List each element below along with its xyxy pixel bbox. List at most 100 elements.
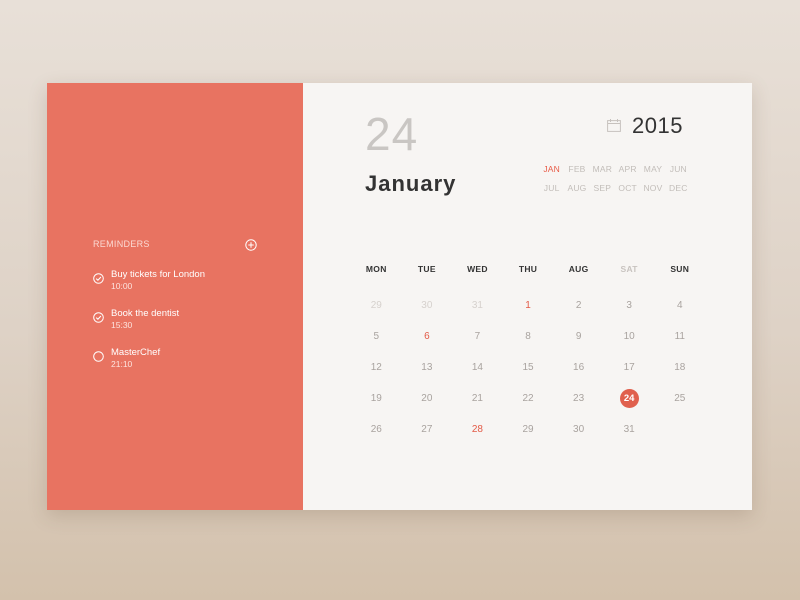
check-circle-icon[interactable]: [93, 271, 104, 284]
day-cell[interactable]: 29: [503, 414, 554, 445]
selected-day-cell[interactable]: 24: [604, 383, 655, 414]
day-cell[interactable]: 3: [604, 290, 655, 321]
day-cell[interactable]: 11: [654, 321, 705, 352]
calendar-panel: 24 January 2015 JAN FEB MAR APR MAY JUN JUL AUG…: [303, 83, 752, 510]
add-reminder-button[interactable]: [245, 238, 257, 251]
day-cell[interactable]: 30: [553, 414, 604, 445]
day-number: 7: [474, 331, 481, 342]
day-number: 31: [471, 300, 483, 311]
selected-day-number: 24: [365, 108, 419, 160]
reminder-item[interactable]: Book the dentist 15:30: [93, 308, 273, 338]
day-number: 14: [471, 362, 483, 373]
day-number: 11: [674, 331, 685, 342]
reminders-header: REMINDERS: [93, 238, 257, 252]
calendar-icon[interactable]: [607, 119, 621, 132]
day-cell[interactable]: 18: [654, 352, 705, 383]
day-number: 16: [573, 362, 585, 373]
day-cell[interactable]: 9: [553, 321, 604, 352]
day-cell[interactable]: 26: [351, 414, 402, 445]
check-circle-icon[interactable]: [93, 310, 104, 323]
day-number: 29: [370, 300, 382, 311]
empty-circle-icon[interactable]: [93, 349, 104, 362]
reminder-time: 10:00: [111, 281, 133, 291]
day-cell[interactable]: 12: [351, 352, 402, 383]
day-cell[interactable]: 10: [604, 321, 655, 352]
month-option-aug[interactable]: AUG: [564, 183, 589, 193]
day-cell: [654, 414, 705, 445]
day-cell[interactable]: 7: [452, 321, 503, 352]
day-cell[interactable]: 15: [503, 352, 554, 383]
day-cell[interactable]: 27: [402, 414, 453, 445]
day-number: 3: [626, 300, 632, 311]
selected-month-name: January: [365, 171, 457, 196]
day-number: 12: [370, 362, 382, 373]
day-cell[interactable]: 1: [503, 290, 554, 321]
day-cell[interactable]: 2: [553, 290, 604, 321]
day-number: 13: [421, 362, 433, 373]
day-cell[interactable]: 20: [402, 383, 453, 414]
day-number: 27: [421, 424, 433, 435]
day-cell[interactable]: 30: [402, 290, 453, 321]
month-option-sep[interactable]: SEP: [590, 183, 615, 193]
month-option-jan[interactable]: JAN: [539, 164, 564, 174]
day-number: 19: [370, 393, 382, 404]
day-cell[interactable]: 22: [503, 383, 554, 414]
day-cell[interactable]: 13: [402, 352, 453, 383]
day-cell[interactable]: 21: [452, 383, 503, 414]
week-row: 19 20 21 22 23 24 25: [351, 383, 705, 414]
weekday-label: THU: [518, 264, 538, 274]
day-number: 25: [674, 393, 686, 404]
month-option-apr[interactable]: APR: [615, 164, 640, 174]
reminders-panel: REMINDERS Buy tickets for London 10:00 Boo…: [47, 83, 303, 510]
day-number: 4: [676, 300, 683, 311]
day-cell[interactable]: 28: [452, 414, 503, 445]
day-cell[interactable]: 4: [654, 290, 705, 321]
day-number: 10: [623, 331, 635, 342]
plus-circle-icon: [245, 239, 257, 251]
day-cell[interactable]: 19: [351, 383, 402, 414]
month-option-dec[interactable]: DEC: [666, 183, 691, 193]
month-option-may[interactable]: MAY: [640, 164, 665, 174]
day-cell[interactable]: 8: [503, 321, 554, 352]
day-cell[interactable]: 31: [452, 290, 503, 321]
day-number: 31: [623, 424, 635, 435]
day-number: 1: [525, 300, 531, 311]
day-cell[interactable]: 5: [351, 321, 402, 352]
reminder-time: 21:10: [111, 359, 133, 369]
day-cell[interactable]: 25: [654, 383, 705, 414]
day-number: 28: [471, 424, 483, 435]
day-number: 8: [525, 331, 531, 342]
day-number: 26: [370, 424, 382, 435]
day-number: 30: [421, 300, 433, 311]
weekday-label: SAT: [620, 264, 638, 274]
day-cell[interactable]: 29: [351, 290, 402, 321]
weekday-label: AUG: [568, 264, 589, 274]
month-option-mar[interactable]: MAR: [590, 164, 615, 174]
day-number: 23: [573, 393, 585, 404]
month-option-jun[interactable]: JUN: [666, 164, 691, 174]
month-option-oct[interactable]: OCT: [615, 183, 640, 193]
day-cell[interactable]: 31: [604, 414, 655, 445]
week-row: 5 6 7 8 9 10 11: [351, 321, 705, 352]
day-number: 21: [471, 393, 483, 404]
reminder-item[interactable]: MasterChef 21:10: [93, 347, 273, 377]
day-number: 2: [575, 300, 582, 311]
day-cell[interactable]: 6: [402, 321, 453, 352]
day-number: 5: [373, 331, 380, 342]
calendar-grid: MON TUE WED THU AUG SAT SUN 29 30 31 1 2 3 4 5 6 7 8 9 10 1…: [351, 264, 705, 445]
reminder-item[interactable]: Buy tickets for London 10:00: [93, 269, 273, 299]
day-number: 15: [522, 362, 534, 373]
month-option-feb[interactable]: FEB: [564, 164, 589, 174]
month-picker: JAN FEB MAR APR MAY JUN JUL AUG SEP OCT NOV DEC: [539, 164, 691, 193]
day-cell[interactable]: 23: [553, 383, 604, 414]
day-cell[interactable]: 14: [452, 352, 503, 383]
month-option-jul[interactable]: JUL: [539, 183, 564, 193]
year-label[interactable]: 2015: [632, 113, 683, 139]
month-option-nov[interactable]: NOV: [640, 183, 665, 193]
day-cell[interactable]: 17: [604, 352, 655, 383]
week-row: 29 30 31 1 2 3 4: [351, 290, 705, 321]
day-number: 24: [619, 389, 639, 408]
reminder-name: Book the dentist: [111, 308, 180, 319]
day-cell[interactable]: 16: [553, 352, 604, 383]
day-number: 6: [424, 331, 430, 342]
